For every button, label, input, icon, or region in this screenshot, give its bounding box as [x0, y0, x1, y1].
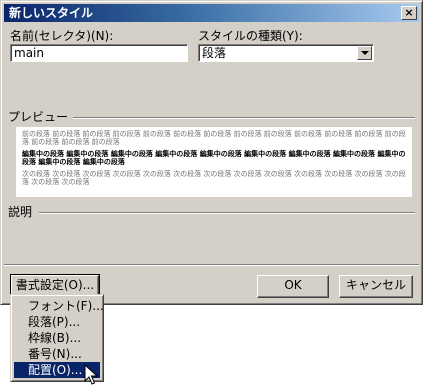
ok-button[interactable]: OK [257, 275, 329, 298]
preview-next-paragraph: 次の段落 次の段落 次の段落 次の段落 次の段落 次の段落 次の段落 次の段落 … [22, 170, 406, 186]
new-style-dialog: 新しいスタイル × 名前(セレクタ)(N): main スタイルの種類(Y): … [0, 0, 423, 306]
description-label: 説明 [8, 205, 33, 219]
chevron-down-icon[interactable] [357, 46, 372, 60]
name-input[interactable]: main [10, 44, 188, 62]
format-button-label: 書式設定(O)... [15, 278, 95, 292]
title-bar: 新しいスタイル × [4, 4, 419, 22]
preview-current-paragraph: 編集中の段落 編集中の段落 編集中の段落 編集中の段落 編集中の段落 編集中の段… [22, 150, 406, 166]
style-type-select[interactable]: 段落 [198, 44, 374, 62]
style-type-label: スタイルの種類(Y): [198, 29, 303, 43]
description-divider [39, 212, 415, 214]
menu-item-font[interactable]: フォント(F)... [14, 298, 104, 314]
menu-item-border[interactable]: 枠線(B)... [14, 330, 100, 346]
menu-item-paragraph[interactable]: 段落(P)... [14, 314, 100, 330]
name-field-label: 名前(セレクタ)(N): [10, 29, 114, 43]
menu-item-numbering[interactable]: 番号(N)... [14, 346, 100, 362]
style-type-value: 段落 [202, 46, 227, 60]
bottom-divider [4, 264, 419, 266]
cancel-button[interactable]: キャンセル [339, 275, 413, 298]
close-button[interactable]: × [401, 6, 417, 20]
preview-divider [73, 117, 415, 119]
preview-label: プレビュー [8, 110, 69, 124]
preview-previous-paragraph: 前の段落 前の段落 前の段落 前の段落 前の段落 前の段落 前の段落 前の段落 … [22, 130, 406, 146]
mouse-pointer-icon [84, 364, 98, 385]
preview-pane: 前の段落 前の段落 前の段落 前の段落 前の段落 前の段落 前の段落 前の段落 … [16, 127, 412, 197]
window-title: 新しいスタイル [9, 6, 94, 20]
